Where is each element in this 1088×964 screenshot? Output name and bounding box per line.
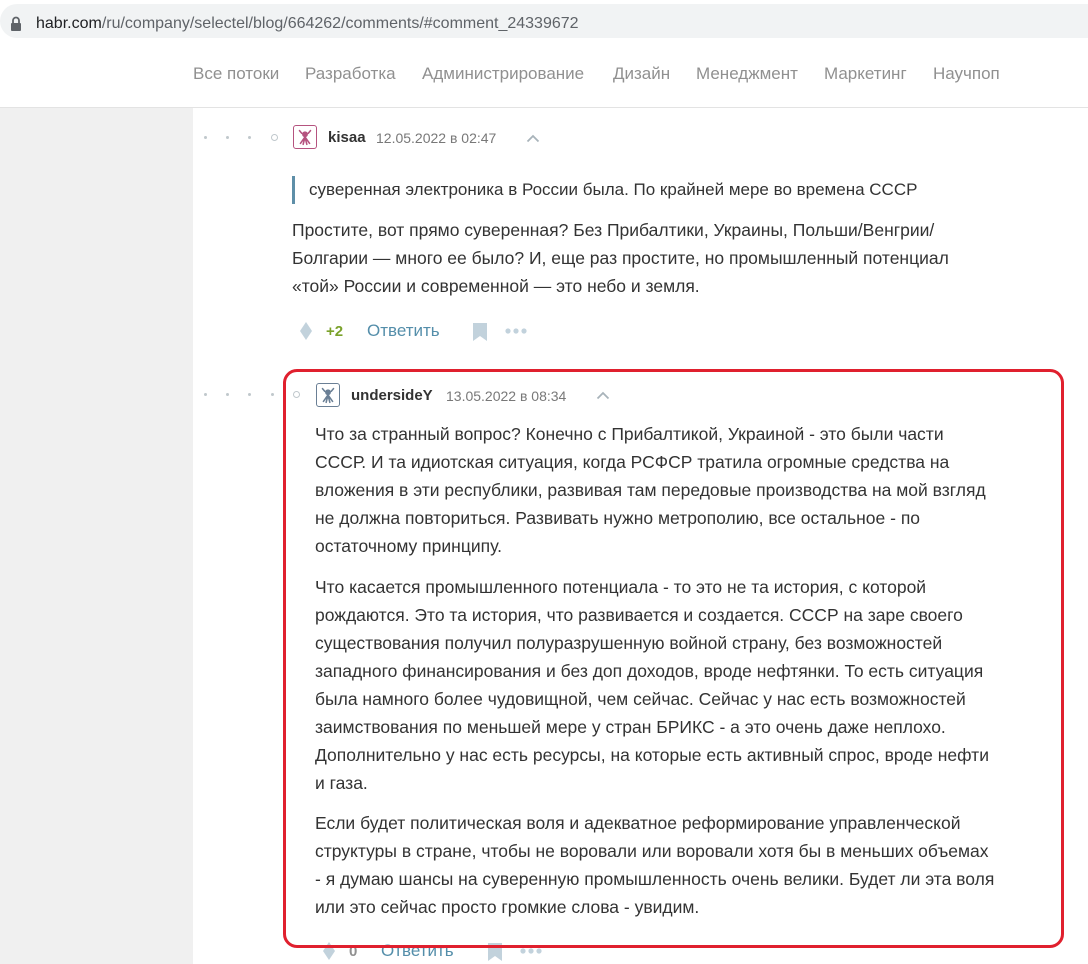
collapse-chevron-icon[interactable] xyxy=(526,134,540,143)
comment-paragraph: Что касается промышленного потенциала - … xyxy=(315,573,1060,797)
comment-line: Болгарии — много ее было? И, еще раз про… xyxy=(292,248,949,268)
vote-icon[interactable] xyxy=(323,942,335,960)
comment-timestamp[interactable]: 13.05.2022 в 08:34 xyxy=(446,388,566,404)
more-icon[interactable] xyxy=(505,328,527,334)
avatar-icon[interactable] xyxy=(293,125,317,149)
comment-line: структуры в стране, чтобы не воровали ил… xyxy=(315,841,989,861)
comment-line: вложения в эти республики, развивая там … xyxy=(315,480,986,500)
comment-line: или это сейчас просто громкие слова - ув… xyxy=(315,897,700,917)
thread-depth-indicator xyxy=(202,134,282,142)
comment-line: остаточному принципу. xyxy=(315,536,502,556)
comment-line: была намного более чудовищной, чем сейча… xyxy=(315,689,966,709)
comment-line: и газа. xyxy=(315,773,368,793)
comment-body: Простите, вот прямо суверенная? Без Приб… xyxy=(292,216,1032,300)
comment-line: Что за странный вопрос? Конечно с Прибал… xyxy=(315,424,944,444)
nav-administration[interactable]: Администрирование xyxy=(422,64,584,84)
browser-address-bar: habr.com/ru/company/selectel/blog/664262… xyxy=(0,0,1088,42)
comment-timestamp[interactable]: 12.05.2022 в 02:47 xyxy=(376,130,496,146)
comment-line: существования получил полуразрушенную во… xyxy=(315,633,943,653)
reply-button[interactable]: Ответить xyxy=(367,321,440,341)
url-path: /ru/company/selectel/blog/664262/comment… xyxy=(101,15,579,32)
url-text: habr.com/ru/company/selectel/blog/664262… xyxy=(36,15,579,33)
url-host: habr.com xyxy=(36,15,102,32)
comment-quote: суверенная электроника в России была. По… xyxy=(292,176,917,204)
comment-author[interactable]: kisaa xyxy=(328,129,366,146)
comment-paragraph: Что за странный вопрос? Конечно с Прибал… xyxy=(315,420,1060,560)
comment-line: Что касается промышленного потенциала - … xyxy=(315,577,927,597)
comment-score: +2 xyxy=(326,323,344,340)
comment-line: «той» России и современной — это небо и … xyxy=(292,276,700,296)
url-field[interactable]: habr.com/ru/company/selectel/blog/664262… xyxy=(0,4,1088,38)
collapse-chevron-icon[interactable] xyxy=(596,391,610,400)
nav-management[interactable]: Менеджмент xyxy=(696,64,798,84)
comment-paragraph: Если будет политическая воля и адекватно… xyxy=(315,809,1060,921)
lock-icon xyxy=(11,16,21,31)
comment-line: рождаются. Это та история, что развивает… xyxy=(315,605,963,625)
comment-line: Простите, вот прямо суверенная? Без Приб… xyxy=(292,220,935,240)
reply-button[interactable]: Ответить xyxy=(381,941,454,961)
thread-depth-indicator xyxy=(202,391,304,399)
nav-all-streams[interactable]: Все потоки xyxy=(193,64,279,84)
comment-line: западного финансирования и без доп доход… xyxy=(315,661,984,681)
nav-development[interactable]: Разработка xyxy=(305,64,396,84)
comment-line: заимствования по меньшей мере у стран БР… xyxy=(315,717,946,737)
nav-popular-science[interactable]: Научпоп xyxy=(933,64,1000,84)
comment-score: 0 xyxy=(349,943,358,960)
comment-line: Если будет политическая воля и адекватно… xyxy=(315,813,961,833)
comment-author[interactable]: undersideY xyxy=(351,387,433,404)
nav-marketing[interactable]: Маркетинг xyxy=(824,64,907,84)
bookmark-icon[interactable] xyxy=(473,323,487,341)
more-icon[interactable] xyxy=(520,948,542,954)
comment-line: СССР. И та идиотская ситуация, когда РСФ… xyxy=(315,452,950,472)
comment-line: - я думаю шансы на суверенную промышленн… xyxy=(315,869,995,889)
avatar-icon[interactable] xyxy=(316,383,340,407)
vote-icon[interactable] xyxy=(300,322,312,340)
comment-line: не должна повториться. Развивать нужно м… xyxy=(315,508,921,528)
hub-navigation: Все потоки Разработка Администрирование … xyxy=(0,42,1088,108)
nav-design[interactable]: Дизайн xyxy=(613,64,670,84)
bookmark-icon[interactable] xyxy=(488,943,502,961)
comment-line: Дополнительно у нас есть ресурсы, на кот… xyxy=(315,745,989,765)
